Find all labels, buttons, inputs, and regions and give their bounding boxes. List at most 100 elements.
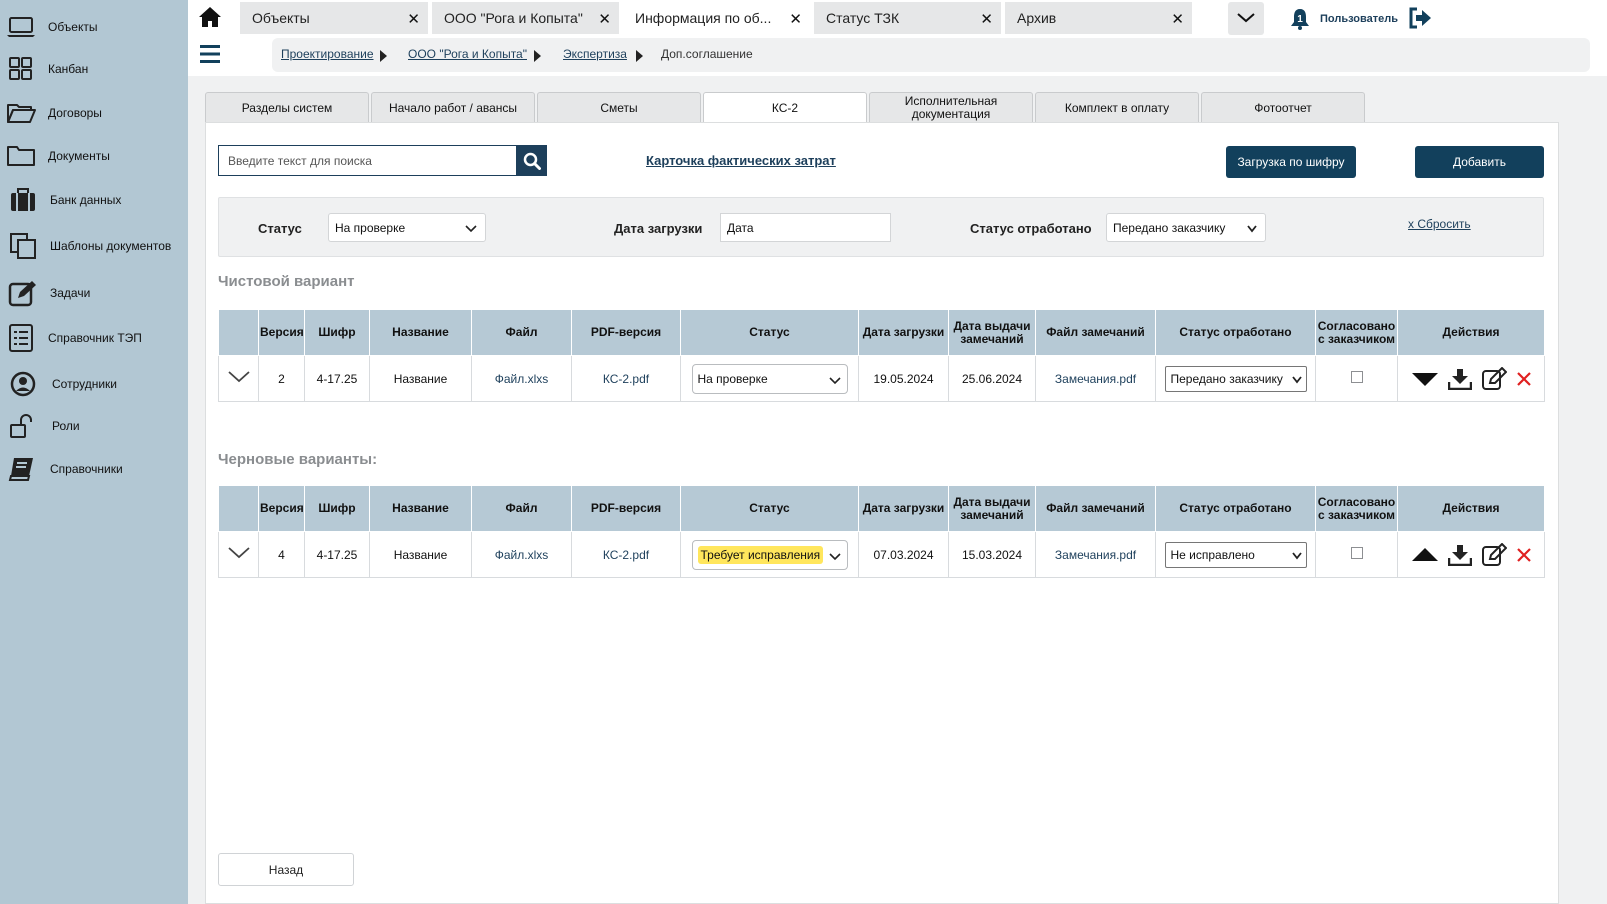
- sidebar-item-label: Канбан: [48, 62, 89, 76]
- column-header: Дата загрузки: [858, 309, 949, 356]
- chevron-down-icon: [828, 550, 841, 564]
- file-link[interactable]: Файл.xlxs: [495, 372, 549, 386]
- search-button[interactable]: [516, 145, 547, 176]
- folder-icon: [6, 141, 36, 171]
- load-by-code-button[interactable]: Загрузка по шифру: [1226, 146, 1356, 178]
- sidebar-item-templates[interactable]: Шаблоны документов: [0, 226, 188, 266]
- notification-bell-icon[interactable]: 1: [1290, 8, 1310, 33]
- collapse-triangle-down-icon[interactable]: [1411, 371, 1439, 387]
- row-worked-status-value: Передано заказчику: [1170, 371, 1283, 386]
- search-input[interactable]: [218, 145, 516, 176]
- sidebar-item-objects[interactable]: Объекты: [0, 7, 188, 47]
- chevron-down-icon: [1291, 373, 1302, 387]
- window-tab-tzk-status[interactable]: Статус ТЗК ✕: [814, 2, 1001, 34]
- row-worked-status-select[interactable]: Не исправлено: [1164, 541, 1307, 568]
- close-icon[interactable]: ✕: [1171, 10, 1184, 28]
- expand-cell[interactable]: [218, 531, 259, 578]
- row-status-select[interactable]: На проверке: [691, 363, 848, 394]
- pdf-link[interactable]: КС-2.pdf: [603, 548, 649, 562]
- tab-estimates[interactable]: Сметы: [537, 92, 701, 123]
- agreed-checkbox[interactable]: [1350, 371, 1363, 383]
- column-header: Действия: [1397, 309, 1545, 356]
- column-header: Версия: [258, 485, 305, 532]
- breadcrumb-item[interactable]: Экспертиза: [563, 47, 627, 61]
- tab-payment-set[interactable]: Комплект в оплату: [1035, 92, 1199, 123]
- chevron-down-icon[interactable]: [227, 371, 250, 383]
- chevron-down-icon: [828, 374, 841, 388]
- pdf-link[interactable]: КС-2.pdf: [603, 372, 649, 386]
- clean-version-table: Версия Шифр Название Файл PDF-версия Ста…: [218, 309, 1545, 402]
- sidebar: Объекты Канбан Договоры Документы Банк д…: [0, 0, 188, 904]
- close-icon[interactable]: ✕: [598, 10, 611, 28]
- sidebar-item-documents[interactable]: Документы: [0, 136, 188, 176]
- edit-icon[interactable]: [1481, 366, 1507, 391]
- actual-costs-card-link[interactable]: Карточка фактических затрат: [646, 153, 836, 168]
- expand-triangle-up-icon[interactable]: [1411, 547, 1439, 563]
- delete-icon[interactable]: [1516, 371, 1532, 387]
- sidebar-item-label: Банк данных: [50, 193, 122, 207]
- sidebar-item-tasks[interactable]: Задачи: [0, 273, 188, 313]
- close-icon[interactable]: ✕: [407, 10, 420, 28]
- close-icon[interactable]: ✕: [980, 10, 993, 28]
- status-filter-select[interactable]: На проверке: [328, 213, 486, 242]
- tab-start-works[interactable]: Начало работ / авансы: [371, 92, 535, 123]
- sidebar-item-tep[interactable]: Справочник ТЭП: [0, 318, 188, 358]
- window-tab-label: Объекты: [252, 10, 310, 26]
- worked-status-filter-select[interactable]: Передано заказчику: [1106, 213, 1266, 242]
- user-label[interactable]: Пользователь: [1320, 13, 1398, 25]
- breadcrumb-separator-icon: [534, 50, 541, 62]
- upload-date-cell: 19.05.2024: [858, 355, 949, 402]
- hamburger-menu-icon[interactable]: [200, 44, 222, 64]
- logout-icon[interactable]: [1408, 7, 1432, 32]
- close-icon[interactable]: ✕: [789, 10, 802, 28]
- tab-ks2[interactable]: КС-2: [703, 92, 867, 124]
- row-status-select[interactable]: Требует исправления: [691, 539, 848, 570]
- delete-icon[interactable]: [1516, 547, 1532, 563]
- add-button[interactable]: Добавить: [1415, 146, 1544, 178]
- search-icon: [523, 152, 541, 170]
- row-worked-status-select[interactable]: Передано заказчику: [1164, 365, 1307, 392]
- remarks-date-cell: 15.03.2024: [948, 531, 1036, 578]
- row-actions: [1400, 366, 1542, 391]
- download-icon[interactable]: [1447, 368, 1472, 390]
- table-header-row: Версия Шифр Название Файл PDF-версия Ста…: [218, 309, 1545, 356]
- chevron-down-icon: [1237, 12, 1255, 26]
- sidebar-item-label: Договоры: [48, 106, 102, 120]
- reset-filters-link[interactable]: х Сбросить: [1408, 217, 1471, 231]
- window-tab-info[interactable]: Информация по об... ✕: [623, 2, 810, 34]
- name-cell: Название: [369, 531, 472, 578]
- remarks-file-link[interactable]: Замечания.pdf: [1055, 372, 1136, 386]
- sidebar-item-databank[interactable]: Банк данных: [0, 180, 188, 220]
- sidebar-item-label: Роли: [52, 419, 80, 433]
- tab-executive-docs[interactable]: Исполнительная документация: [869, 92, 1033, 123]
- copy-icon: [8, 231, 38, 261]
- date-filter-input[interactable]: Дата: [720, 213, 891, 242]
- window-tab-objects[interactable]: Объекты ✕: [240, 2, 428, 34]
- expand-cell[interactable]: [218, 355, 259, 402]
- breadcrumb-item[interactable]: Проектирование: [281, 47, 374, 61]
- version-cell: 2: [258, 355, 305, 402]
- chevron-down-icon[interactable]: [227, 547, 250, 559]
- download-icon[interactable]: [1447, 544, 1472, 566]
- sidebar-item-kanban[interactable]: Канбан: [0, 49, 188, 89]
- notification-count: 1: [1297, 14, 1303, 25]
- window-tab-archive[interactable]: Архив ✕: [1005, 2, 1192, 34]
- back-button[interactable]: Назад: [218, 853, 354, 886]
- edit-icon: [8, 278, 38, 308]
- remarks-file-link[interactable]: Замечания.pdf: [1055, 548, 1136, 562]
- agreed-checkbox[interactable]: [1350, 547, 1363, 559]
- sidebar-item-contracts[interactable]: Договоры: [0, 93, 188, 133]
- breadcrumb-item[interactable]: ООО "Рога и Копыта": [408, 47, 527, 61]
- file-link[interactable]: Файл.xlxs: [495, 548, 549, 562]
- tab-photo-report[interactable]: Фотоотчет: [1201, 92, 1365, 123]
- column-header: Статус отработано: [1155, 485, 1316, 532]
- sidebar-item-roles[interactable]: Роли: [0, 406, 188, 446]
- window-tab-company[interactable]: ООО "Рога и Копыта" ✕: [432, 2, 619, 34]
- home-icon[interactable]: [198, 6, 222, 30]
- edit-icon[interactable]: [1481, 542, 1507, 567]
- tab-systems[interactable]: Разделы систем: [205, 92, 369, 123]
- more-tabs-button[interactable]: [1228, 2, 1264, 35]
- sidebar-item-label: Задачи: [50, 286, 91, 300]
- sidebar-item-employees[interactable]: Сотрудники: [0, 364, 188, 404]
- sidebar-item-directories[interactable]: Справочники: [0, 449, 188, 489]
